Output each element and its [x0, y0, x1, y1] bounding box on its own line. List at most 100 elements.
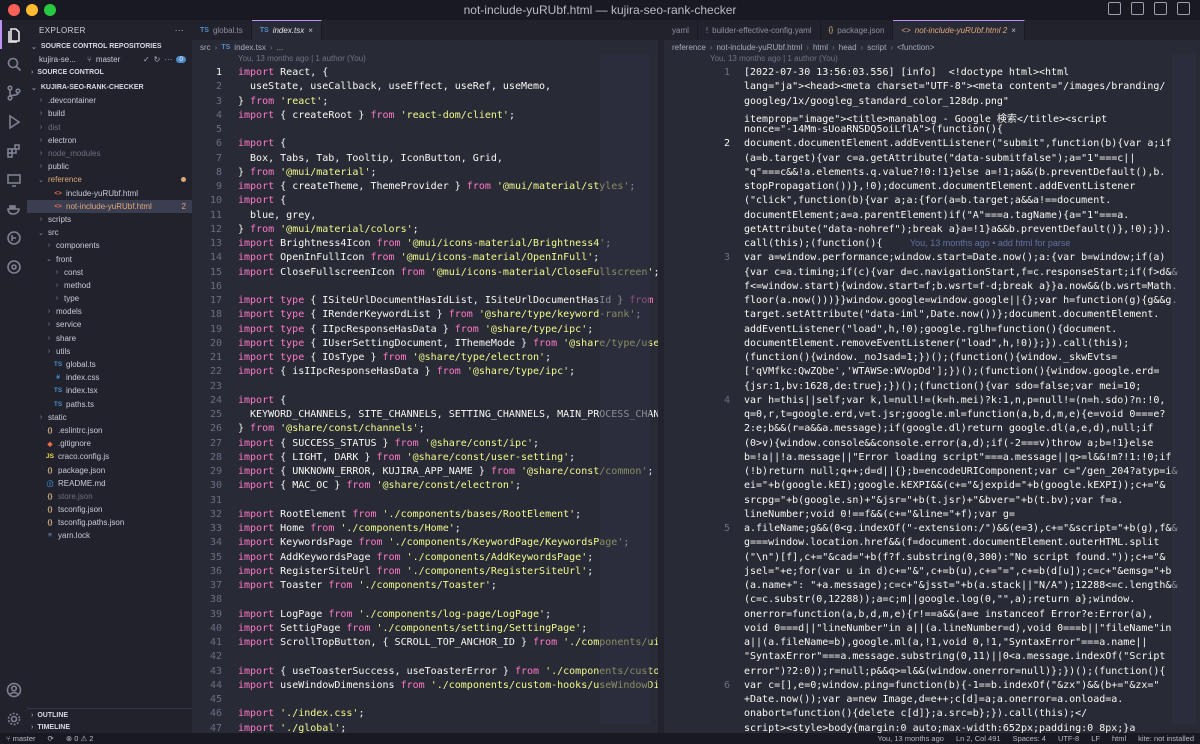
tree-item[interactable]: › share [27, 332, 192, 345]
tree-item[interactable]: › build [27, 107, 192, 120]
close-tab-icon[interactable]: × [308, 26, 313, 35]
source-control-icon[interactable] [0, 78, 27, 107]
tree-item[interactable]: # index.css [27, 371, 192, 384]
cursor-position[interactable]: Ln 2, Col 491 [956, 734, 1001, 743]
line-number: 8 [215, 166, 222, 178]
codelens-blame[interactable]: You, 13 months ago | 1 author (You) [192, 54, 658, 67]
tab-yaml[interactable]: yaml [664, 20, 698, 40]
repo-more-icon[interactable]: ··· [164, 55, 172, 64]
breadcrumb-item[interactable]: index.tsx [234, 43, 266, 52]
tree-item[interactable]: JS craco.config.js [27, 450, 192, 463]
code-line: itemprop="image"><title>manablog - Googl… [744, 113, 1108, 125]
outline-header[interactable]: › OUTLINE [27, 709, 192, 721]
breadcrumb-item[interactable]: src [200, 43, 211, 52]
more-actions-icon[interactable]: ··· [175, 26, 184, 35]
tree-item[interactable]: ≡ yarn.lock [27, 529, 192, 542]
code-editor-right[interactable]: 1 [2022-07-30 13:56:03.556] [info] <!doct… [664, 67, 1200, 733]
breadcrumb-item[interactable]: head [839, 43, 857, 52]
minimap-left[interactable] [600, 54, 650, 724]
sync-icon[interactable]: ⟳ [48, 734, 54, 743]
tab-package-json[interactable]: {} package.json [821, 20, 894, 40]
language-mode[interactable]: html [1112, 734, 1126, 743]
tree-item[interactable]: › static [27, 411, 192, 424]
end-of-line[interactable]: LF [1091, 734, 1100, 743]
tree-item[interactable]: ⌄ src [27, 226, 192, 239]
extensions-icon[interactable] [0, 136, 27, 165]
tree-item-label: models [56, 307, 82, 317]
tree-item[interactable]: › scripts [27, 213, 192, 226]
toggle-panel-icon[interactable] [1131, 2, 1144, 15]
code-token: useWindowDimensions [280, 679, 401, 691]
account-icon[interactable] [0, 675, 27, 704]
breadcrumb-item[interactable]: <function> [897, 43, 934, 52]
codelens-blame[interactable]: You, 13 months ago | 1 author (You) [664, 54, 1200, 67]
settings-gear-icon[interactable] [0, 704, 27, 733]
repository-row[interactable]: kujira-se... ⑂ master ✓ ↻ ··· 0 [27, 53, 192, 66]
tab-index-tsx[interactable]: TS index.tsx × [251, 20, 322, 40]
run-debug-icon[interactable] [0, 107, 27, 136]
close-tab-icon[interactable]: × [1011, 26, 1016, 35]
remote-explorer-icon[interactable] [0, 165, 27, 194]
tree-item[interactable]: {} tsconfig.json [27, 503, 192, 516]
tree-item[interactable]: TS index.tsx [27, 384, 192, 397]
status-blame[interactable]: You, 13 months ago [878, 734, 944, 743]
toggle-sidebar-icon[interactable] [1108, 2, 1121, 15]
commit-check-icon[interactable]: ✓ [143, 55, 150, 64]
refresh-icon[interactable]: ↻ [154, 55, 161, 64]
tree-item[interactable]: {} tsconfig.paths.json [27, 516, 192, 529]
project-header[interactable]: ⌄ KUJIRA-SEO-RANK-CHECKER [27, 81, 192, 94]
toggle-secondary-sidebar-icon[interactable] [1154, 2, 1167, 15]
breadcrumb-item[interactable]: ... [277, 43, 284, 52]
tree-item[interactable]: <> not-include-yuRUbf.html 2 [27, 199, 192, 213]
tree-item[interactable]: ◆ .gitignore [27, 437, 192, 450]
tree-item[interactable]: › utils [27, 345, 192, 358]
code-token: { IRenderKeywordList } [310, 309, 449, 321]
source-control-header[interactable]: › SOURCE CONTROL [27, 66, 192, 79]
breadcrumb-item[interactable]: reference [672, 43, 706, 52]
tab-builder-config[interactable]: ! builder-effective-config.yaml [698, 20, 821, 40]
kite-status[interactable]: kite: not installed [1138, 734, 1194, 743]
breadcrumb-item[interactable]: script [867, 43, 886, 52]
tree-item-label: build [48, 109, 65, 119]
tree-item[interactable]: › node_modules [27, 147, 192, 160]
tree-item[interactable]: ⌄ reference [27, 173, 192, 186]
tree-item[interactable]: › service [27, 318, 192, 331]
minimap-right[interactable] [1172, 54, 1196, 724]
timeline-icon[interactable] [0, 252, 27, 281]
breadcrumb-item[interactable]: html [813, 43, 828, 52]
branch-status[interactable]: ⑂ master [6, 734, 36, 743]
timeline-header[interactable]: › TIMELINE [27, 721, 192, 733]
tree-item[interactable]: TS global.ts [27, 358, 192, 371]
tree-item[interactable]: › models [27, 305, 192, 318]
scm-repositories-header[interactable]: ⌄ SOURCE CONTROL REPOSITORIES [27, 40, 192, 53]
tree-item[interactable]: ⓘ README.md [27, 477, 192, 490]
tree-item[interactable]: TS paths.ts [27, 398, 192, 411]
problems-status[interactable]: ⊗ 0 ⚠ 2 [66, 734, 94, 743]
code-editor-left[interactable]: 1 import React, {2 useState, useCallback,… [192, 67, 658, 733]
line-number: 30 [209, 480, 222, 492]
tree-item[interactable]: ⌄ front [27, 252, 192, 265]
tree-item[interactable]: › type [27, 292, 192, 305]
tab-global-ts[interactable]: TS global.ts [192, 20, 252, 40]
explorer-icon[interactable] [0, 20, 27, 49]
tree-item[interactable]: › .devcontainer [27, 94, 192, 107]
tab-not-include-html[interactable]: <> not-include-yuRUbf.html 2 × [893, 20, 1025, 40]
tree-item[interactable]: {} package.json [27, 463, 192, 476]
tree-item[interactable]: › dist [27, 121, 192, 134]
docker-icon[interactable] [0, 194, 27, 223]
indentation[interactable]: Spaces: 4 [1013, 734, 1046, 743]
gitlens-icon[interactable] [0, 223, 27, 252]
customize-layout-icon[interactable] [1177, 2, 1190, 15]
encoding[interactable]: UTF-8 [1058, 734, 1079, 743]
breadcrumb-item[interactable]: not-include-yuRUbf.html [716, 43, 802, 52]
tree-item[interactable]: › method [27, 279, 192, 292]
tree-item[interactable]: › const [27, 266, 192, 279]
tree-item[interactable]: <> include-yuRUbf.html [27, 187, 192, 200]
tree-item[interactable]: {} store.json [27, 490, 192, 503]
tree-item[interactable]: › public [27, 160, 192, 173]
search-icon[interactable] [0, 49, 27, 78]
tree-item[interactable]: › components [27, 239, 192, 252]
tree-item[interactable]: {} .eslintrc.json [27, 424, 192, 437]
tree-item[interactable]: › electron [27, 134, 192, 147]
code-line: import Toaster from './components/Toaste… [238, 580, 497, 591]
